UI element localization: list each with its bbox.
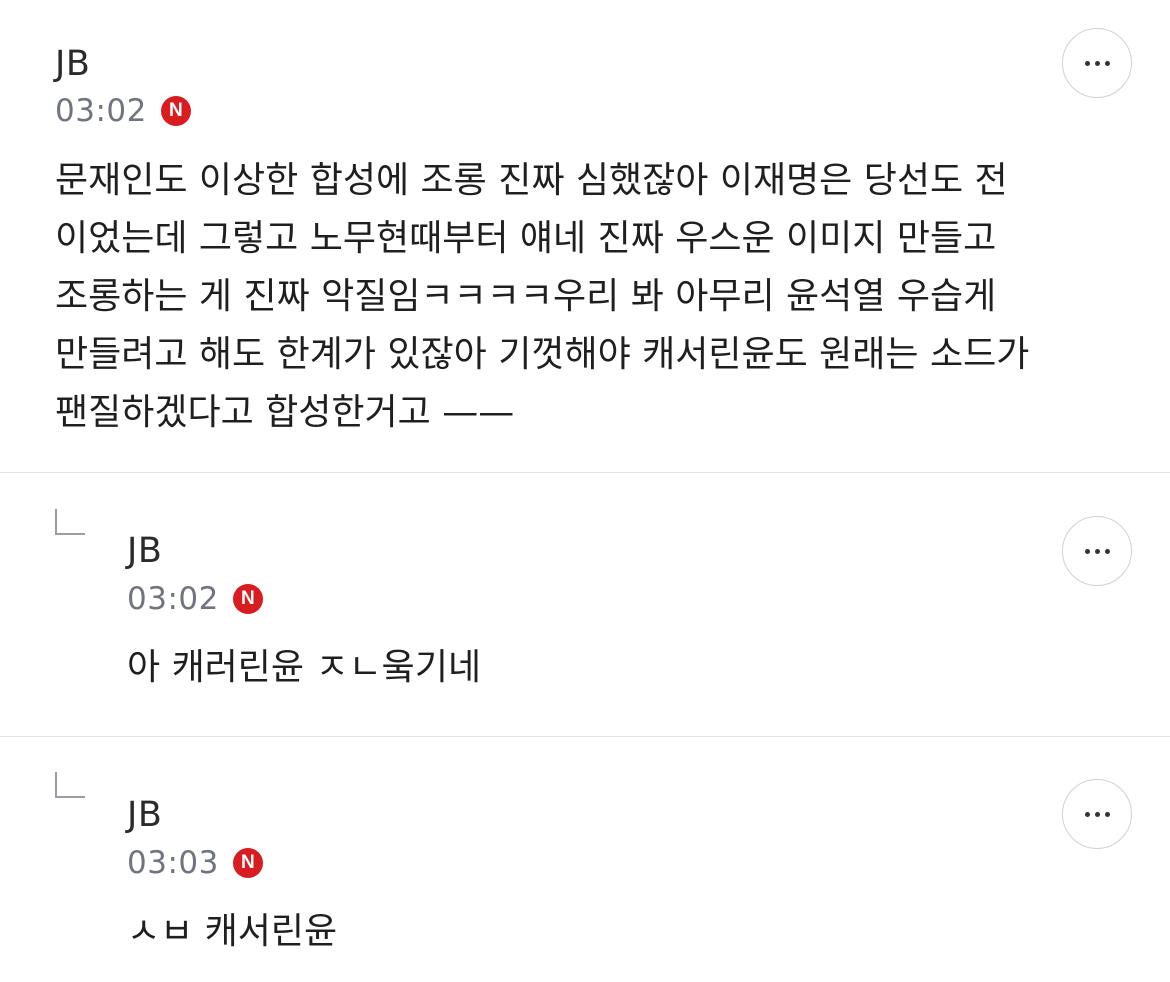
more-button[interactable] [1062, 779, 1132, 849]
comment-item: JB 03:02 N 문재인도 이상한 합성에 조롱 진짜 심했잖아 이재명은 … [0, 0, 1170, 472]
comment-text: ㅅㅂ 캐서린윤 [127, 911, 338, 952]
reply-item: JB 03:03 N ㅅㅂ 캐서린윤 [0, 737, 1170, 982]
comment-text: 아 캐러린윤 ㅈㄴ웈기네 [127, 647, 482, 688]
new-badge-icon: N [232, 584, 263, 614]
comment-text: 문재인도 이상한 합성에 조롱 진짜 심했잖아 이재명은 당선도 전 이었는데 … [55, 160, 1030, 433]
comment-meta: 03:02 N [55, 93, 191, 129]
comment-author[interactable]: JB [127, 531, 162, 571]
comment-time: 03:02 [55, 93, 147, 129]
comment-meta: 03:03 N [127, 845, 263, 881]
comment-author[interactable]: JB [127, 795, 162, 835]
comment-time: 03:03 [127, 845, 219, 881]
reply-item: JB 03:02 N 아 캐러린윤 ㅈㄴ웈기네 [0, 473, 1170, 736]
comment-meta: 03:02 N [127, 581, 263, 617]
more-horizontal-icon [1084, 548, 1110, 554]
more-button[interactable] [1062, 28, 1132, 98]
comment-author[interactable]: JB [55, 44, 90, 84]
reply-arrow-icon [55, 772, 85, 798]
new-badge-icon: N [232, 848, 263, 878]
comment-time: 03:02 [127, 581, 219, 617]
more-horizontal-icon [1084, 60, 1110, 66]
new-badge-icon: N [160, 96, 191, 126]
more-button[interactable] [1062, 516, 1132, 586]
reply-arrow-icon [55, 509, 85, 535]
more-horizontal-icon [1084, 811, 1110, 817]
